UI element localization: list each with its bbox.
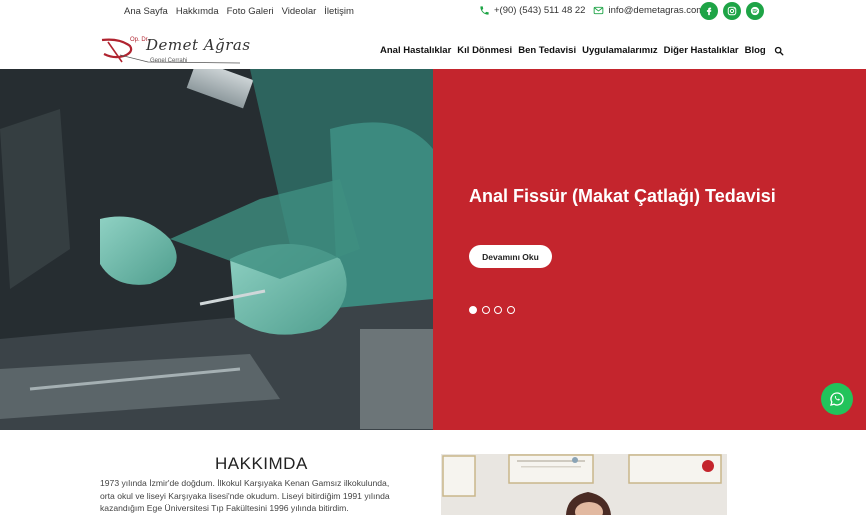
topnav-home[interactable]: Ana Sayfa: [124, 6, 168, 17]
nav-blog[interactable]: Blog: [745, 45, 766, 56]
hero-slider: Anal Fissür (Makat Çatlağı) Tedavisi Dev…: [0, 69, 866, 430]
nav-pilonidal[interactable]: Kıl Dönmesi: [457, 45, 512, 56]
search-icon[interactable]: [774, 46, 784, 56]
slider-dots: [469, 306, 519, 314]
mail-icon: [594, 6, 604, 15]
office-illustration: [441, 454, 727, 515]
nav-mole-treatment[interactable]: Ben Tedavisi: [518, 45, 576, 56]
topnav-contact[interactable]: İletişim: [324, 6, 354, 17]
topnav-videos[interactable]: Videolar: [282, 6, 317, 17]
top-bar: Ana Sayfa Hakkımda Foto Galeri Videolar …: [0, 0, 866, 26]
logo-name: Demet Ağras: [146, 36, 251, 54]
about-section: HAKKIMDA 1973 yılında İzmir'de doğdum. İ…: [0, 430, 866, 515]
facebook-button[interactable]: [700, 2, 718, 20]
surgery-illustration: [0, 69, 433, 430]
phone-link[interactable]: +(90) (543) 511 48 22: [479, 5, 585, 16]
slider-dot[interactable]: [469, 306, 477, 314]
slider-dot[interactable]: [481, 306, 490, 314]
about-text-line: 1973 yılında İzmir'de doğdum. İlkokul Ka…: [100, 478, 390, 488]
site-logo[interactable]: Op. Dr. Demet Ağras Genel Cerrahi: [100, 36, 250, 68]
hero-panel: Anal Fissür (Makat Çatlağı) Tedavisi Dev…: [433, 69, 866, 430]
instagram-icon: [727, 6, 737, 16]
about-text-line: kazandığım Ege Üniversitesi Tıp Fakültes…: [100, 503, 349, 513]
main-nav: Anal Hastalıklar Kıl Dönmesi Ben Tedavis…: [380, 45, 784, 56]
spotify-button[interactable]: [746, 2, 764, 20]
nav-other-diseases[interactable]: Diğer Hastalıklar: [664, 45, 739, 56]
main-header: Op. Dr. Demet Ağras Genel Cerrahi Anal H…: [0, 26, 866, 69]
whatsapp-button[interactable]: [821, 383, 853, 415]
nav-applications[interactable]: Uygulamalarımız: [582, 45, 658, 56]
about-heading: HAKKIMDA: [215, 454, 308, 473]
slider-dot[interactable]: [494, 306, 502, 314]
topnav-gallery[interactable]: Foto Galeri: [227, 6, 274, 17]
email-address: info@demetagras.com: [608, 5, 705, 16]
social-links: [700, 2, 769, 20]
about-text-line: orta okul ve liseyi Karşıyaka lisesi'nde…: [100, 491, 390, 501]
doctor-photo: [441, 454, 727, 515]
slider-dot[interactable]: [506, 306, 515, 314]
phone-icon: [480, 6, 489, 15]
contact-info: +(90) (543) 511 48 22 info@demetagras.co…: [479, 5, 712, 16]
phone-number: +(90) (543) 511 48 22: [494, 5, 586, 16]
spotify-icon: [750, 6, 760, 16]
logo-title: Genel Cerrahi: [150, 58, 188, 64]
email-link[interactable]: info@demetagras.com: [593, 5, 704, 16]
topnav-about[interactable]: Hakkımda: [176, 6, 219, 17]
read-more-button[interactable]: Devamını Oku: [469, 245, 552, 268]
top-nav: Ana Sayfa Hakkımda Foto Galeri Videolar …: [124, 6, 362, 17]
hero-image: [0, 69, 433, 430]
whatsapp-icon: [830, 392, 844, 406]
facebook-icon: [706, 7, 712, 16]
nav-anal-diseases[interactable]: Anal Hastalıklar: [380, 45, 451, 56]
instagram-button[interactable]: [723, 2, 741, 20]
hero-title: Anal Fissür (Makat Çatlağı) Tedavisi: [469, 186, 776, 206]
